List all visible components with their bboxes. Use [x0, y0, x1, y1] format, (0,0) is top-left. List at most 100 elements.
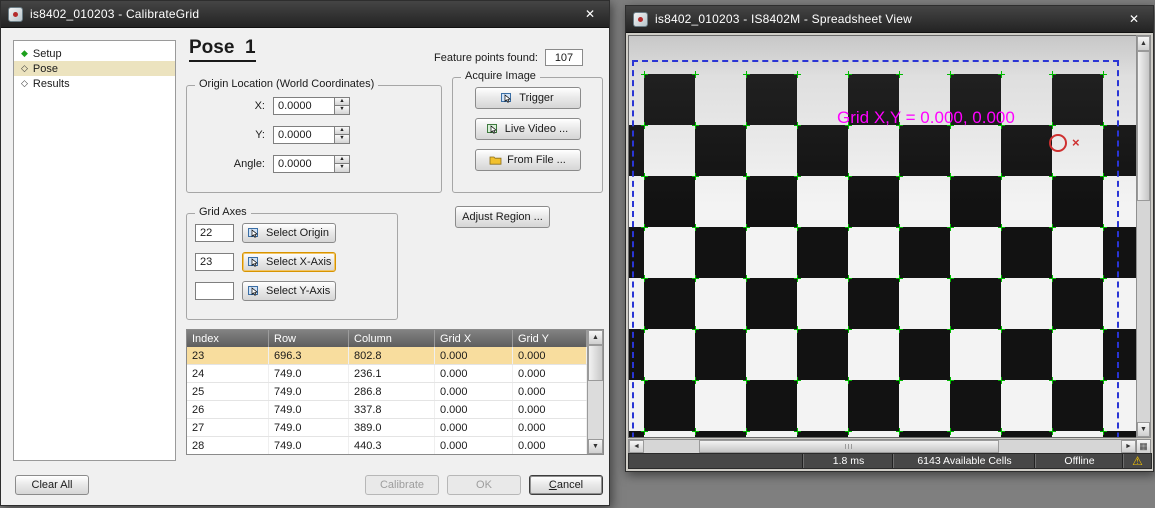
table-row[interactable]: 25749.0286.80.0000.000 — [187, 383, 587, 401]
column-header-grid-y[interactable]: Grid Y — [513, 330, 587, 347]
calibrate-button[interactable]: Calibrate — [365, 475, 439, 495]
origin-angle-row: Angle: 0.0000 ▲ ▼ — [187, 154, 429, 173]
horizontal-scrollbar[interactable]: ◄ ► — [628, 439, 1137, 454]
spin-up-icon[interactable]: ▲ — [335, 126, 350, 136]
feature-point-cross-icon — [1100, 377, 1107, 384]
spin-down-icon[interactable]: ▼ — [335, 135, 350, 144]
feature-point-cross-icon — [794, 275, 801, 282]
pose-panel: Pose 1 Feature points found: 107 Origin … — [184, 33, 607, 461]
cancel-button[interactable]: Cancel — [529, 475, 603, 495]
calibrate-window-title: is8402_010203 - CalibrateGrid — [30, 7, 578, 21]
table-cell: 23 — [187, 347, 269, 364]
table-cell: 749.0 — [269, 437, 349, 454]
table-cell: 749.0 — [269, 401, 349, 418]
y-input[interactable]: 0.0000 — [273, 126, 335, 144]
spin-up-icon[interactable]: ▲ — [335, 97, 350, 107]
live-video-button[interactable]: Live Video ... — [475, 118, 581, 140]
scroll-right-icon[interactable]: ► — [1121, 440, 1136, 453]
table-cell: 27 — [187, 419, 269, 436]
tree-item-results[interactable]: ◇ Results — [14, 76, 175, 91]
origin-location-group: Origin Location (World Coordinates) X: 0… — [186, 85, 442, 193]
scroll-up-icon[interactable]: ▲ — [1137, 36, 1150, 51]
table-cell: 28 — [187, 437, 269, 454]
angle-input[interactable]: 0.0000 — [273, 155, 335, 173]
table-row[interactable]: 24749.0236.10.0000.000 — [187, 365, 587, 383]
column-header-column[interactable]: Column — [349, 330, 435, 347]
select-y-axis-button[interactable]: Select Y-Axis — [242, 281, 336, 301]
y-axis-index-input[interactable] — [195, 282, 234, 300]
scroll-thumb[interactable] — [1137, 51, 1150, 201]
live-video-icon — [487, 123, 500, 135]
trigger-label: Trigger — [519, 92, 553, 104]
table-cell: 0.000 — [435, 437, 513, 454]
origin-index-input[interactable]: 22 — [195, 224, 234, 242]
from-file-button[interactable]: From File ... — [475, 149, 581, 171]
feature-point-cross-icon — [641, 122, 648, 129]
scroll-down-icon[interactable]: ▼ — [1137, 422, 1150, 437]
select-origin-button[interactable]: Select Origin — [242, 223, 336, 243]
feature-point-cross-icon — [743, 173, 750, 180]
feature-point-cross-icon — [845, 224, 852, 231]
table-row[interactable]: 28749.0440.30.0000.000 — [187, 437, 587, 454]
tree-item-setup[interactable]: ◆ Setup — [14, 46, 175, 61]
adjust-region-button[interactable]: Adjust Region ... — [455, 206, 550, 228]
feature-point-cross-icon — [845, 428, 852, 435]
feature-point-cross-icon — [794, 71, 801, 78]
image-viewport[interactable]: Grid X,Y = 0.000, 0.000 × — [628, 35, 1137, 438]
spin-up-icon[interactable]: ▲ — [335, 155, 350, 165]
clear-all-button[interactable]: Clear All — [15, 475, 89, 495]
diamond-icon: ◇ — [21, 64, 28, 73]
scroll-down-icon[interactable]: ▼ — [588, 439, 603, 454]
x-axis-index-input[interactable]: 23 — [195, 253, 234, 271]
feature-point-cross-icon — [947, 224, 954, 231]
online-status[interactable]: Offline — [1035, 454, 1123, 468]
feature-point-cross-icon — [947, 173, 954, 180]
x-label: X: — [187, 100, 265, 112]
origin-axis-row: 22 Select Origin — [195, 223, 397, 243]
spin-down-icon[interactable]: ▼ — [335, 164, 350, 173]
feature-point-cross-icon — [896, 173, 903, 180]
column-header-index[interactable]: Index — [187, 330, 269, 347]
feature-point-cross-icon — [641, 326, 648, 333]
scroll-thumb[interactable] — [699, 440, 999, 453]
spreadsheet-view-window: is8402_010203 - IS8402M - Spreadsheet Vi… — [625, 5, 1154, 472]
live-video-label: Live Video ... — [505, 123, 568, 135]
scroll-thumb[interactable] — [588, 345, 603, 381]
column-header-grid-x[interactable]: Grid X — [435, 330, 513, 347]
feature-point-cross-icon — [743, 275, 750, 282]
ok-label: OK — [476, 479, 492, 491]
view-grid-corner-icon[interactable]: ▦ — [1136, 439, 1151, 454]
ok-button[interactable]: OK — [447, 475, 521, 495]
column-header-row[interactable]: Row — [269, 330, 349, 347]
table-cell: 0.000 — [435, 347, 513, 364]
trigger-button[interactable]: Trigger — [475, 87, 581, 109]
tree-item-pose[interactable]: ◇ Pose — [14, 61, 175, 76]
scroll-up-icon[interactable]: ▲ — [588, 330, 603, 345]
close-icon[interactable]: ✕ — [1122, 9, 1146, 29]
feature-point-cross-icon — [1049, 377, 1056, 384]
vertical-scrollbar[interactable]: ▲ ▼ — [1136, 35, 1151, 438]
feature-point-cross-icon — [1100, 326, 1107, 333]
scroll-left-icon[interactable]: ◄ — [629, 440, 644, 453]
table-row[interactable]: 27749.0389.00.0000.000 — [187, 419, 587, 437]
select-x-axis-button[interactable]: Select X-Axis — [242, 252, 336, 272]
table-row[interactable]: 26749.0337.80.0000.000 — [187, 401, 587, 419]
calibrate-grid-window: is8402_010203 - CalibrateGrid ✕ ◆ Setup … — [0, 0, 610, 506]
spin-down-icon[interactable]: ▼ — [335, 106, 350, 115]
warning-icon[interactable]: ⚠ — [1123, 454, 1151, 468]
feature-point-cross-icon — [947, 377, 954, 384]
feature-point-cross-icon — [1049, 224, 1056, 231]
feature-point-cross-icon — [794, 377, 801, 384]
x-input[interactable]: 0.0000 — [273, 97, 335, 115]
close-icon[interactable]: ✕ — [578, 4, 602, 24]
table-row[interactable]: 23696.3802.80.0000.000 — [187, 347, 587, 365]
angle-label: Angle: — [187, 158, 265, 170]
feature-points-table: Index Row Column Grid X Grid Y 23696.380… — [186, 329, 604, 455]
feature-point-cross-icon — [641, 377, 648, 384]
spreadsheet-titlebar[interactable]: is8402_010203 - IS8402M - Spreadsheet Vi… — [626, 6, 1153, 33]
from-file-label: From File ... — [507, 154, 566, 166]
calibrate-titlebar[interactable]: is8402_010203 - CalibrateGrid ✕ — [1, 1, 609, 28]
table-scrollbar[interactable]: ▲ ▼ — [587, 330, 603, 454]
trigger-icon — [501, 92, 514, 104]
available-cells: 6143 Available Cells — [893, 454, 1035, 468]
